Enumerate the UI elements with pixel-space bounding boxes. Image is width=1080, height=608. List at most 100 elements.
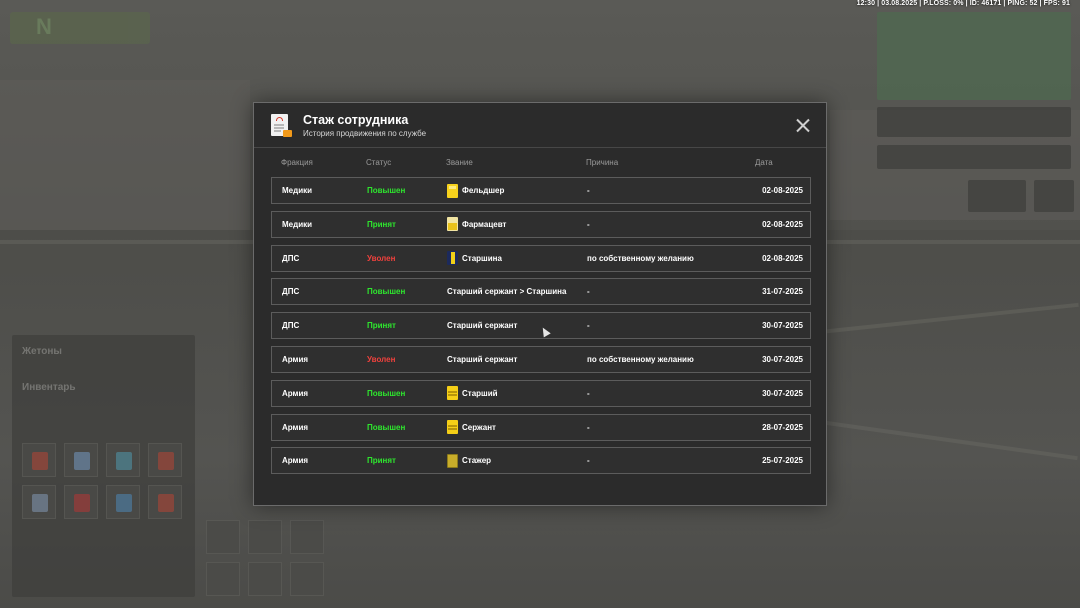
status-cell: Повышен xyxy=(367,287,406,297)
table-row: Армия Повышен Сержант - 28-07-2025 xyxy=(271,413,811,441)
faction-cell: Медики xyxy=(282,186,313,195)
rank-cell: Старший xyxy=(447,381,498,406)
hotbar-slot xyxy=(290,562,324,596)
inventory-slot xyxy=(22,443,56,477)
reason-cell: - xyxy=(587,321,590,331)
faction-cell: Армия xyxy=(282,422,309,432)
reason-cell: по собственному желанию xyxy=(587,355,694,364)
hud-buttons xyxy=(968,180,1026,212)
inventory-slot xyxy=(148,485,182,519)
table-row: Армия Повышен Старший - 30-07-2025 xyxy=(271,379,811,407)
inventory-slot xyxy=(64,443,98,477)
rank-label: Старший сержант xyxy=(447,321,518,331)
rank-insignia-icon xyxy=(447,251,458,266)
faction-cell: ДПС xyxy=(282,287,300,297)
rank-cell: Старший сержант xyxy=(447,313,517,338)
dialog-header: Стаж сотрудника История продвижения по с… xyxy=(254,103,826,148)
rank-label: Фармацевт xyxy=(462,219,507,229)
column-header-rank: Звание xyxy=(446,158,473,167)
column-header-status: Статус xyxy=(366,158,392,167)
dialog-subtitle: История продвижения по службе xyxy=(303,129,427,138)
inventory-slot xyxy=(148,443,182,477)
tokens-label: Жетоны xyxy=(22,346,62,357)
hud-bar xyxy=(877,107,1071,137)
date-cell: 28-07-2025 xyxy=(762,422,803,432)
rank-label: Старший сержант xyxy=(447,355,518,364)
hotbar-slot xyxy=(248,562,282,596)
rank-label: Стажер xyxy=(462,456,492,466)
hotbar-slot xyxy=(206,520,240,554)
column-header-reason: Причина xyxy=(586,158,619,167)
column-header-faction: Фракция xyxy=(281,158,313,167)
date-cell: 30-07-2025 xyxy=(762,321,803,331)
rank-insignia-icon xyxy=(447,420,458,435)
rank-cell: Старший сержант xyxy=(447,347,517,372)
faction-cell: Медики xyxy=(282,219,313,229)
table-row: Армия Уволен Старший сержант по собственном… xyxy=(271,346,811,373)
status-cell: Принят xyxy=(367,456,396,466)
inventory-slot xyxy=(106,443,140,477)
reason-cell: - xyxy=(587,287,590,297)
hotbar-slot xyxy=(248,520,282,554)
date-cell: 02-08-2025 xyxy=(762,253,803,263)
hotbar-slot xyxy=(290,520,324,554)
inventory-slot xyxy=(22,485,56,519)
rank-label: Старший сержант > Старшина xyxy=(447,287,567,297)
date-cell: 31-07-2025 xyxy=(762,287,803,297)
rank-cell: Фармацевт xyxy=(447,212,506,237)
inventory-slot xyxy=(106,485,140,519)
faction-cell: ДПС xyxy=(282,253,300,263)
inventory-label: Инвентарь xyxy=(22,382,76,393)
reason-cell: - xyxy=(587,422,590,432)
table-row: Медики Принят Фармацевт - 02-08-2025 xyxy=(271,210,811,238)
employee-history-dialog: Стаж сотрудника История продвижения по с… xyxy=(253,102,827,506)
rank-cell: Стажер xyxy=(447,448,491,473)
faction-cell: Армия xyxy=(282,456,309,466)
rank-label: Старшина xyxy=(462,253,502,263)
table-row: Медики Повышен Фельдшер - 02-08-2025 xyxy=(271,177,811,204)
status-cell: Повышен xyxy=(367,422,406,432)
rank-insignia-icon xyxy=(447,386,458,401)
server-logo: N xyxy=(10,12,150,44)
status-cell: Повышен xyxy=(367,388,406,398)
hud-buttons xyxy=(1034,180,1074,212)
table-row: Армия Принят Стажер - 25-07-2025 xyxy=(271,447,811,475)
date-cell: 30-07-2025 xyxy=(762,355,803,364)
document-icon xyxy=(271,114,292,138)
column-header-date: Дата xyxy=(755,158,773,167)
hud-bar xyxy=(877,145,1071,169)
dialog-title: Стаж сотрудника xyxy=(303,113,409,127)
reason-cell: - xyxy=(587,219,590,229)
date-cell: 25-07-2025 xyxy=(762,456,803,466)
status-cell: Уволен xyxy=(367,253,396,263)
reason-cell: по собственному желанию xyxy=(587,253,694,263)
rank-insignia-icon xyxy=(447,217,458,232)
rank-cell: Старший сержант > Старшина xyxy=(447,279,566,304)
table-row: ДПС Принят Старший сержант - 30-07-2025 xyxy=(271,312,811,340)
rank-label: Старший xyxy=(462,388,498,398)
table-row: ДПС Уволен Старшина по собственному желанию… xyxy=(271,244,811,272)
reason-cell: - xyxy=(587,456,590,466)
faction-cell: Армия xyxy=(282,355,309,364)
faction-cell: Армия xyxy=(282,388,309,398)
rank-label: Фельдшер xyxy=(462,186,505,195)
reason-cell: - xyxy=(587,186,590,195)
close-icon[interactable] xyxy=(796,118,810,132)
status-cell: Уволен xyxy=(367,355,396,364)
rank-cell: Фельдшер xyxy=(447,178,504,203)
status-cell: Повышен xyxy=(367,186,406,195)
player-hud xyxy=(877,12,1071,100)
date-cell: 30-07-2025 xyxy=(762,388,803,398)
inventory-slot xyxy=(64,485,98,519)
rank-insignia-icon xyxy=(447,453,458,468)
table-row: ДПС Повышен Старший сержант > Старшина - 31-… xyxy=(271,278,811,306)
rank-cell: Сержант xyxy=(447,415,496,440)
rank-insignia-icon xyxy=(447,183,458,198)
rank-label: Сержант xyxy=(462,422,496,432)
date-cell: 02-08-2025 xyxy=(762,186,803,195)
status-cell: Принят xyxy=(367,321,396,331)
status-line: 12:30 | 03.08.2025 | P.LOSS: 0% | ID: 46… xyxy=(856,0,1070,7)
faction-cell: ДПС xyxy=(282,321,300,331)
reason-cell: - xyxy=(587,388,590,398)
status-cell: Принят xyxy=(367,219,396,229)
